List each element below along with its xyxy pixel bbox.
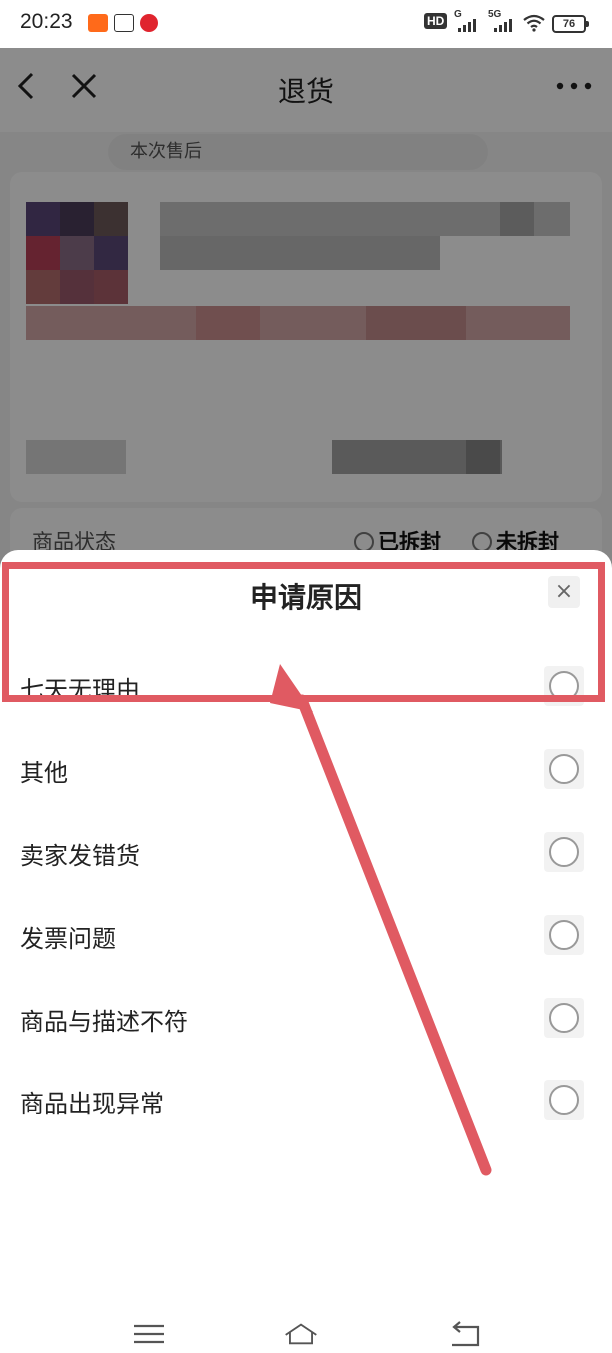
radio-icon[interactable]	[544, 1080, 584, 1120]
system-nav-bar	[0, 1305, 612, 1353]
status-time: 20:23	[20, 10, 73, 33]
reason-item[interactable]: 商品与描述不符	[0, 978, 612, 1060]
signal-icon	[458, 16, 480, 32]
radio-icon[interactable]	[544, 832, 584, 872]
status-bar: 20:23 HD G 5G 76	[0, 0, 612, 48]
reason-item[interactable]: 卖家发错货	[0, 812, 612, 894]
radio-icon[interactable]	[544, 915, 584, 955]
home-icon[interactable]	[284, 1321, 318, 1347]
annotation-highlight-box	[2, 562, 605, 702]
reason-item[interactable]: 其他	[0, 729, 612, 811]
reason-label: 其他	[20, 759, 68, 787]
menu-icon[interactable]	[132, 1321, 166, 1347]
video-app-icon	[140, 14, 158, 32]
radio-icon[interactable]	[544, 998, 584, 1038]
reason-label: 发票问题	[20, 925, 116, 953]
radio-icon[interactable]	[544, 749, 584, 789]
app-notification-icon	[88, 14, 108, 32]
reason-label: 卖家发错货	[20, 842, 140, 870]
wifi-icon	[523, 14, 545, 32]
reason-item[interactable]: 商品出现异常	[0, 1060, 612, 1142]
hd-indicator: HD	[424, 13, 448, 29]
return-icon[interactable]	[448, 1321, 482, 1347]
reason-label: 商品出现异常	[20, 1090, 164, 1118]
news-app-icon	[114, 14, 134, 32]
reason-item[interactable]: 发票问题	[0, 895, 612, 977]
signal-5g-icon	[494, 16, 516, 32]
reason-label: 商品与描述不符	[20, 1008, 188, 1036]
battery-indicator: 76	[552, 15, 589, 33]
